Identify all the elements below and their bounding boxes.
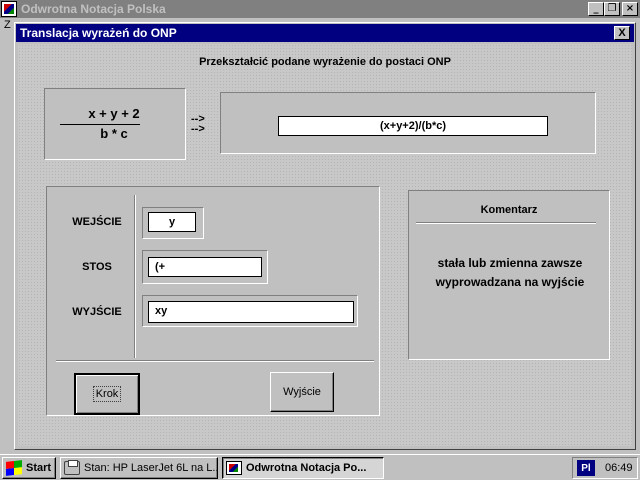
input-field: y — [148, 212, 196, 232]
dialog-title: Translacja wyrażeń do ONP — [20, 26, 177, 40]
taskbar-item-label: Odwrotna Notacja Po... — [246, 462, 367, 474]
instruction-text: Przekształcić podane wyrażenie do postac… — [199, 56, 451, 68]
exit-button-label: Wyjście — [283, 386, 321, 398]
divider — [56, 360, 374, 362]
minimize-button[interactable]: _ — [588, 2, 604, 16]
expression-numerator: x + y + 2 — [88, 106, 140, 121]
close-icon: × — [625, 3, 635, 14]
system-tray: Pl 06:49 — [572, 457, 638, 479]
main-window-titlebar[interactable]: Odwrotna Notacja Polska _ ❐ × — [0, 0, 640, 18]
close-button[interactable]: × — [622, 2, 638, 16]
window-controls: _ ❐ × — [588, 2, 638, 16]
comment-text: stała lub zmienna zawsze wyprowadzana na… — [416, 254, 604, 292]
restore-icon: ❐ — [607, 3, 617, 14]
stack-field: (+ — [148, 257, 262, 277]
exit-button[interactable]: Wyjście — [270, 372, 334, 412]
taskbar-item-printer[interactable]: Stan: HP LaserJet 6L na L... — [60, 457, 218, 479]
restore-button[interactable]: ❐ — [604, 2, 620, 16]
main-window-title: Odwrotna Notacja Polska — [21, 2, 166, 16]
taskbar-item-onp[interactable]: Odwrotna Notacja Po... — [222, 457, 384, 479]
language-indicator[interactable]: Pl — [577, 460, 595, 476]
clock[interactable]: 06:49 — [605, 462, 633, 474]
output-label: WYJŚCIE — [72, 306, 122, 318]
minimize-icon: _ — [593, 3, 599, 14]
start-label: Start — [26, 462, 52, 474]
divider — [416, 222, 596, 224]
step-button[interactable]: Krok — [74, 373, 140, 415]
menu-item[interactable]: Z — [4, 19, 11, 31]
comment-title: Komentarz — [480, 204, 538, 216]
fraction-line — [60, 124, 140, 125]
printer-icon — [64, 460, 80, 475]
comment-line-1: stała lub zmienna zawsze — [437, 256, 583, 270]
app-icon — [226, 461, 242, 475]
arrow-indicator: --> — [191, 123, 205, 135]
app-icon[interactable] — [1, 1, 17, 17]
taskbar-item-label: Stan: HP LaserJet 6L na L... — [84, 462, 218, 474]
expression-denominator: b * c — [100, 126, 128, 141]
stack-label: STOS — [82, 261, 112, 273]
dialog-titlebar[interactable]: Translacja wyrażeń do ONP — [16, 24, 634, 42]
dialog-close-button[interactable]: X — [614, 26, 630, 40]
step-button-label: Krok — [92, 386, 122, 402]
input-label: WEJŚCIE — [72, 216, 122, 228]
start-button[interactable]: Start — [2, 457, 56, 479]
windows-logo-icon — [6, 460, 22, 476]
result-field: (x+y+2)/(b*c) — [278, 116, 548, 136]
output-field: xy — [148, 301, 354, 323]
comment-line-2: wyprowadzana na wyjście — [435, 275, 585, 289]
